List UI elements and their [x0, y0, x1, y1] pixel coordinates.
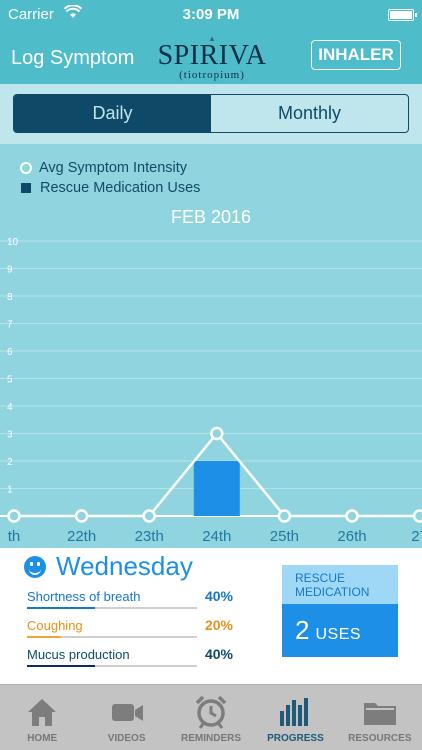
- page-title: Log Symptom: [11, 47, 135, 69]
- y-tick-label: 8: [7, 292, 13, 303]
- x-tick-label: 23th: [135, 528, 164, 545]
- y-tick-label: 5: [7, 375, 13, 386]
- tab-label: PROGRESS: [267, 733, 324, 744]
- day-header: Wednesday: [24, 551, 193, 582]
- tab-progress[interactable]: PROGRESS: [253, 685, 337, 750]
- rescue-card-header: RESCUE MEDICATION: [282, 565, 398, 604]
- smiley-face-icon: [24, 555, 46, 578]
- video-camera-icon: [108, 693, 146, 731]
- y-tick-label: 9: [7, 265, 13, 276]
- symptom-percent: 40%: [204, 588, 233, 604]
- nav-bar: Log Symptom ▲ SPIRIVA (tiotropium) INHAL…: [0, 30, 422, 84]
- symptom-progress-track: [27, 607, 197, 609]
- symptom-row: Shortness of breath 40%: [27, 588, 233, 609]
- period-segmented-control: Daily Monthly: [13, 94, 409, 133]
- logo-wordmark: SPIRIVA: [157, 40, 267, 71]
- rescue-card-line2: MEDICATION: [295, 585, 370, 599]
- tab-reminders[interactable]: REMINDERS: [169, 685, 253, 750]
- symptom-row: Mucus production 40%: [27, 646, 233, 667]
- clock: 3:09 PM: [182, 6, 240, 23]
- rescue-count: 2: [295, 615, 310, 645]
- symptom-progress-track: [27, 665, 197, 667]
- symptom-progress-track: [27, 636, 197, 638]
- segment-daily[interactable]: Daily: [14, 95, 211, 132]
- y-tick-label: 1: [7, 485, 13, 496]
- symptom-point: [412, 509, 422, 523]
- y-tick-label: 4: [7, 402, 13, 413]
- bar-chart-icon: [276, 693, 314, 731]
- y-tick-label: 2: [7, 457, 13, 468]
- symptom-progress-fill: [27, 636, 61, 638]
- home-icon: [23, 693, 61, 731]
- tab-videos[interactable]: VIDEOS: [84, 685, 168, 750]
- tab-label: RESOURCES: [348, 733, 412, 744]
- alarm-clock-icon: [192, 693, 230, 731]
- logo-subtitle: (tiotropium): [179, 69, 245, 81]
- x-tick-label: 27: [411, 528, 422, 545]
- rescue-medication-card: RESCUE MEDICATION 2 USES: [282, 565, 398, 657]
- y-tick-label: 3: [7, 430, 13, 441]
- folder-icon: [361, 693, 399, 731]
- symptom-row: Coughing 20%: [27, 617, 233, 638]
- rescue-bar: [193, 461, 240, 516]
- spiriva-logo: ▲ SPIRIVA (tiotropium): [157, 35, 267, 82]
- symptom-percent: 20%: [204, 617, 233, 633]
- rescue-card-line1: RESCUE: [295, 571, 346, 585]
- symptom-point: [345, 509, 359, 523]
- rescue-card-body: 2 USES: [282, 604, 398, 657]
- symptom-point: [277, 509, 292, 523]
- status-bar: Carrier 3:09 PM: [0, 0, 422, 30]
- inhaler-button[interactable]: INHALER: [311, 40, 401, 70]
- period-segment-container: Daily Monthly: [0, 84, 422, 144]
- day-details: Wednesday Shortness of breath 40% Coughing…: [0, 548, 422, 684]
- tab-home[interactable]: HOME: [0, 685, 84, 750]
- symptom-chart[interactable]: 1 2 3 4 5 6 7 8 9 10 th 22th 23th 24th 25th 26th 27: [0, 144, 422, 548]
- battery-icon: [388, 9, 417, 21]
- y-tick-label: 10: [7, 237, 19, 248]
- symptom-progress-fill: [27, 665, 95, 667]
- symptom-point: [210, 426, 224, 441]
- symptom-label: Mucus production: [27, 647, 130, 662]
- x-tick-label: 26th: [337, 528, 366, 545]
- symptom-progress-fill: [27, 607, 95, 609]
- symptom-point: [7, 509, 21, 523]
- tab-resources[interactable]: RESOURCES: [338, 685, 422, 750]
- rescue-unit: USES: [315, 626, 362, 643]
- y-tick-label: 7: [7, 320, 13, 331]
- tab-label: VIDEOS: [107, 733, 146, 744]
- x-tick-label: th: [8, 528, 21, 545]
- tab-bar: HOME VIDEOS REMINDERS PROGRESS RESOURCES: [0, 684, 422, 750]
- segment-monthly[interactable]: Monthly: [211, 95, 408, 132]
- symptom-label: Coughing: [27, 618, 83, 633]
- x-tick-label: 24th: [202, 528, 231, 545]
- tab-label: HOME: [27, 733, 58, 744]
- x-tick-label: 22th: [67, 528, 96, 545]
- symptom-point: [142, 509, 156, 523]
- symptom-point: [74, 509, 89, 523]
- day-name: Wednesday: [56, 551, 193, 581]
- symptom-percent: 40%: [204, 646, 233, 662]
- x-tick-label: 25th: [270, 528, 299, 545]
- tab-label: REMINDERS: [181, 733, 242, 744]
- symptom-label: Shortness of breath: [27, 589, 141, 604]
- y-tick-label: 6: [7, 347, 13, 358]
